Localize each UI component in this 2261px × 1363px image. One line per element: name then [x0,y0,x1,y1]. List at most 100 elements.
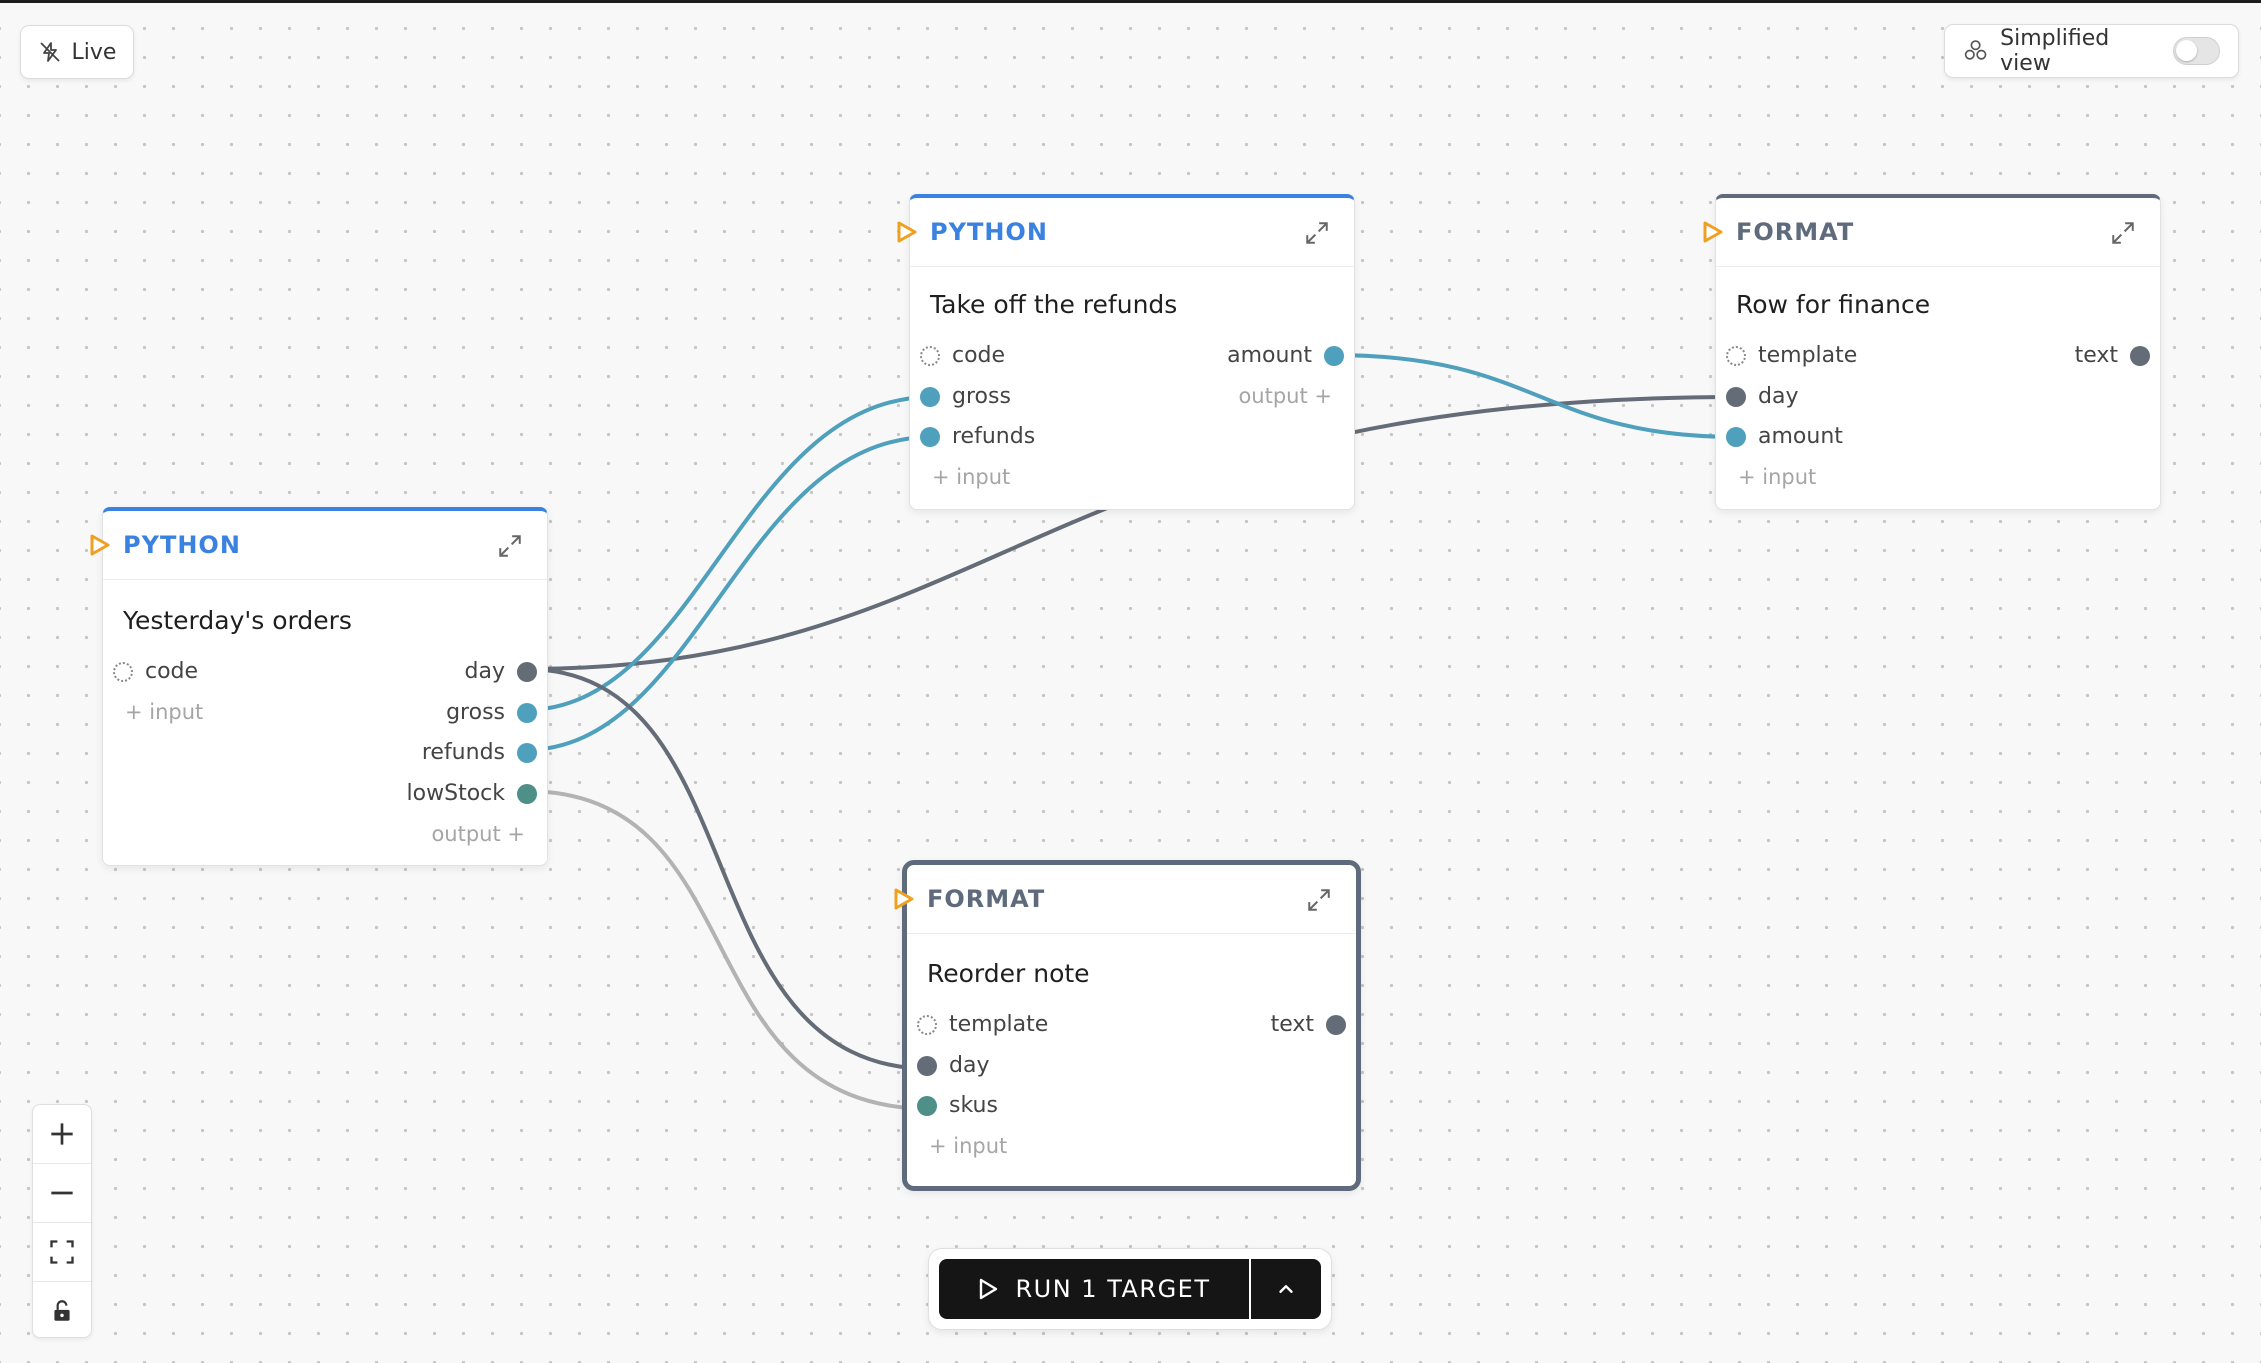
add-input-button[interactable]: + input [932,465,1010,489]
live-toggle-button[interactable]: Live [20,25,134,79]
simplified-view-control[interactable]: Simplified view [1944,24,2239,78]
edge-gross-to-refunds-gross[interactable] [524,395,933,712]
input-port-template[interactable]: template [917,1012,1048,1037]
input-port-code[interactable]: code [113,659,198,684]
port-label: day [1758,384,1799,409]
input-port-amount[interactable]: amount [1726,424,1843,449]
port-dot[interactable] [1726,345,1746,366]
port-label: day [949,1053,990,1078]
port-label: code [952,343,1006,368]
lock-button[interactable] [33,1282,91,1340]
edge-refunds-to-refunds-refunds[interactable] [524,435,933,752]
port-label: refunds [952,424,1036,449]
node-row-for-finance[interactable]: FORMAT Row for finance template day amou… [1703,194,2161,510]
minus-icon [51,1191,73,1195]
port-dot[interactable] [917,1055,937,1076]
port-dot[interactable] [517,702,537,723]
output-port-text[interactable]: text [2075,343,2150,368]
output-port-gross[interactable]: gross [446,700,537,725]
node-yesterdays-orders[interactable]: PYTHON Yesterday's orders code + input d… [90,507,548,866]
edge-day-to-reorder-day[interactable] [524,667,933,1071]
port-label: day [464,659,505,684]
input-port-day[interactable]: day [1726,384,1798,409]
port-dot[interactable] [1326,1014,1346,1035]
node-type-label: PYTHON [123,531,241,559]
nodes-icon [1964,40,1987,60]
port-label: gross [446,700,505,725]
output-port-amount[interactable]: amount [1227,343,1344,368]
live-label: Live [71,39,117,65]
node-header: PYTHON [103,511,547,580]
expand-icon[interactable] [2110,220,2136,246]
zoom-out-button[interactable] [33,1164,91,1223]
node-header: PYTHON [910,198,1354,267]
run-target-button[interactable]: RUN 1 TARGET [939,1259,1249,1319]
expand-icon[interactable] [1306,887,1332,913]
node-title: Row for finance [1736,290,1931,319]
add-input-button[interactable]: + input [1738,465,1816,489]
add-output-button[interactable]: output + [1238,384,1332,408]
expand-icon[interactable] [497,533,523,559]
port-dot[interactable] [517,783,537,804]
add-input-button[interactable]: + input [125,700,203,724]
run-toolbar: RUN 1 TARGET [928,1248,1332,1330]
port-label: refunds [421,740,505,765]
add-input-button[interactable]: + input [929,1134,1007,1158]
simplified-view-toggle[interactable] [2173,37,2220,65]
port-dot[interactable] [917,1095,937,1116]
output-port-refunds[interactable]: refunds [422,740,537,765]
input-port-gross[interactable]: gross [920,384,1011,409]
port-label: template [949,1012,1049,1037]
input-port-skus[interactable]: skus [917,1093,998,1118]
port-dot[interactable] [1324,345,1344,366]
chevron-up-icon [1279,1285,1293,1293]
port-label: gross [952,384,1011,409]
port-dot[interactable] [920,426,940,447]
input-port-template[interactable]: template [1726,343,1857,368]
add-output-button[interactable]: output + [431,822,525,846]
port-label: template [1758,343,1858,368]
node-header: FORMAT [907,865,1356,934]
output-port-lowstock[interactable]: lowStock [407,781,537,806]
zoom-in-button[interactable] [33,1105,91,1164]
port-dot[interactable] [517,661,537,682]
port-dot[interactable] [1726,426,1746,447]
port-dot[interactable] [1726,386,1746,407]
toggle-knob [2176,40,2198,61]
expand-icon[interactable] [1304,220,1330,246]
port-dot[interactable] [517,742,537,763]
port-label: code [145,659,199,684]
port-dot[interactable] [113,661,133,682]
play-trigger-icon[interactable] [1702,220,1724,244]
fit-view-icon [50,1240,74,1264]
port-dot[interactable] [2130,345,2150,366]
input-port-code[interactable]: code [920,343,1005,368]
node-type-label: FORMAT [927,885,1046,913]
play-trigger-icon[interactable] [89,533,111,557]
node-reorder-note[interactable]: FORMAT Reorder note template day skus + … [894,860,1361,1191]
node-title: Yesterday's orders [123,606,352,635]
input-port-day[interactable]: day [917,1053,989,1078]
port-label: amount [1758,424,1843,449]
port-dot[interactable] [917,1014,937,1035]
lock-icon [54,1300,70,1321]
play-trigger-icon[interactable] [893,887,915,911]
node-type-label: PYTHON [930,218,1048,246]
output-port-day[interactable]: day [465,659,537,684]
simplified-view-label: Simplified view [2000,26,2110,76]
plus-icon [51,1123,73,1145]
port-label: text [2074,343,2118,368]
fit-view-button[interactable] [33,1223,91,1282]
node-type-label: FORMAT [1736,218,1855,246]
port-label: amount [1227,343,1312,368]
node-header: FORMAT [1716,198,2160,267]
play-icon [980,1278,998,1300]
output-port-text[interactable]: text [1271,1012,1346,1037]
port-dot[interactable] [920,386,940,407]
node-take-off-the-refunds[interactable]: PYTHON Take off the refunds code gross r… [897,194,1355,510]
port-label: skus [949,1093,998,1118]
port-dot[interactable] [920,345,940,366]
input-port-refunds[interactable]: refunds [920,424,1035,449]
play-trigger-icon[interactable] [896,220,918,244]
run-options-button[interactable] [1251,1259,1321,1319]
